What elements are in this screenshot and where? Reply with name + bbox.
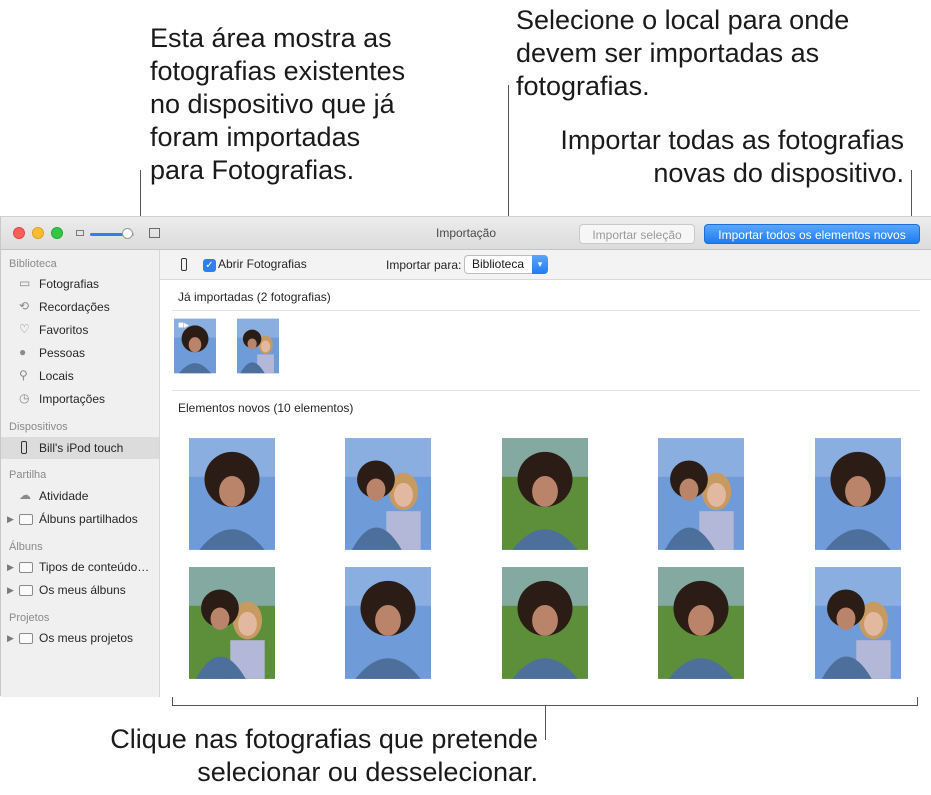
import-to-label: Importar para: [386, 258, 462, 272]
disclosure-triangle-icon[interactable]: ▶ [7, 508, 14, 530]
open-photos-checkbox[interactable]: ✓ [203, 259, 216, 272]
sidebar-item-label: Tipos de conteúdo… [39, 560, 150, 574]
disclosure-triangle-icon[interactable]: ▶ [7, 579, 14, 601]
pin-icon: ⚲ [19, 368, 28, 382]
new-photo-thumbnail[interactable] [658, 566, 744, 680]
slider-knob[interactable] [122, 228, 133, 239]
sidebar-item-label: Atividade [39, 489, 89, 503]
new-photo-thumbnail[interactable] [189, 437, 275, 551]
imported-photo-thumbnail[interactable]: ■▸ [174, 318, 216, 374]
sidebar-item-label: Álbuns partilhados [39, 512, 138, 526]
folder-icon [19, 633, 33, 644]
new-photo-thumbnail[interactable] [345, 566, 431, 680]
window-title: Importação [435, 226, 497, 240]
title-bar: Importação Importar seleção Importar tod… [1, 217, 931, 250]
sidebar-item-favorites[interactable]: ♡ Favoritos [1, 319, 159, 341]
sidebar-header-projects: Projetos [9, 612, 50, 624]
new-photo-thumbnail[interactable] [502, 566, 588, 680]
sidebar-item-my-albums[interactable]: ▶ Os meus álbuns [1, 579, 159, 601]
memories-icon: ⟲ [19, 299, 30, 313]
callout-select-photos: Clique nas fotografias que pretende sele… [110, 724, 538, 787]
callout-existing-photos: Esta área mostra as fotografias existent… [150, 23, 406, 185]
new-photo-thumbnail[interactable] [502, 437, 588, 551]
sidebar-item-my-projects[interactable]: ▶ Os meus projetos [1, 627, 159, 649]
new-photo-thumbnail[interactable] [189, 566, 275, 680]
close-window-button[interactable] [13, 227, 25, 239]
sidebar-item-label: Recordações [39, 300, 110, 314]
open-photos-label[interactable]: Abrir Fotografias [218, 257, 307, 271]
imported-photo-thumbnail[interactable] [237, 318, 279, 374]
divider [172, 310, 920, 311]
sidebar-item-device[interactable]: Bill's iPod touch [1, 437, 159, 459]
disclosure-triangle-icon[interactable]: ▶ [7, 556, 14, 578]
sidebar-header-sharing: Partilha [9, 469, 47, 481]
photos-icon: ▭ [19, 276, 31, 290]
select-value: Biblioteca [472, 257, 525, 271]
callout-import-destination: Selecione o local para onde devem ser im… [516, 5, 850, 101]
large-thumbnail-icon [149, 228, 160, 238]
new-photo-thumbnail[interactable] [815, 437, 901, 551]
sidebar-item-people[interactable]: ● Pessoas [1, 342, 159, 364]
callout-import-all: Importar todas as fotografias novas do d… [560, 125, 904, 188]
sidebar-item-shared-albums[interactable]: ▶ Álbuns partilhados [1, 508, 159, 530]
cloud-icon: ☁ [19, 488, 31, 502]
folder-icon [19, 562, 33, 573]
heart-icon: ♡ [19, 322, 30, 336]
folder-icon [19, 514, 33, 525]
new-photo-thumbnail[interactable] [815, 566, 901, 680]
sidebar-item-memories[interactable]: ⟲ Recordações [1, 296, 159, 318]
sidebar-header-library: Biblioteca [9, 258, 57, 270]
import-toolbar: ✓ Abrir Fotografias Importar para: Bibli… [160, 250, 931, 280]
new-items-title: Elementos novos (10 elementos) [178, 401, 354, 415]
import-window: Importação Importar seleção Importar tod… [0, 216, 931, 697]
sidebar-header-devices: Dispositivos [9, 421, 68, 433]
folder-icon [19, 585, 33, 596]
sidebar-item-places[interactable]: ⚲ Locais [1, 365, 159, 387]
sidebar-item-label: Os meus álbuns [39, 583, 126, 597]
sidebar-item-activity[interactable]: ☁ Atividade [1, 485, 159, 507]
new-photo-thumbnail[interactable] [658, 437, 744, 551]
person-icon: ● [19, 345, 27, 359]
clock-icon: ◷ [19, 391, 30, 405]
video-camera-icon: ■▸ [178, 320, 190, 331]
sidebar: Biblioteca ▭ Fotografias ⟲ Recordações ♡… [1, 250, 160, 697]
chevron-down-icon: ▾ [532, 255, 548, 274]
phone-icon [21, 441, 27, 454]
leader-line [545, 705, 546, 740]
sidebar-header-albums: Álbuns [9, 541, 43, 553]
device-icon [181, 258, 187, 271]
small-thumbnail-icon [76, 230, 84, 236]
sidebar-item-media-types[interactable]: ▶ Tipos de conteúdo… [1, 556, 159, 578]
import-content: ✓ Abrir Fotografias Importar para: Bibli… [160, 250, 931, 697]
sidebar-item-label: Importações [39, 392, 106, 406]
sidebar-item-photos[interactable]: ▭ Fotografias [1, 273, 159, 295]
sidebar-item-imports[interactable]: ◷ Importações [1, 388, 159, 410]
zoom-window-button[interactable] [51, 227, 63, 239]
new-photo-thumbnail[interactable] [345, 437, 431, 551]
sidebar-item-label: Pessoas [39, 346, 86, 360]
import-selection-button[interactable]: Importar seleção [579, 224, 695, 244]
sidebar-item-label: Bill's iPod touch [39, 441, 124, 455]
sidebar-item-label: Favoritos [39, 323, 89, 337]
sidebar-item-label: Os meus projetos [39, 631, 134, 645]
import-destination-select[interactable]: Biblioteca ▾ [464, 255, 548, 274]
divider [172, 390, 920, 391]
minimize-window-button[interactable] [32, 227, 44, 239]
already-imported-title: Já importadas (2 fotografias) [178, 290, 331, 304]
disclosure-triangle-icon[interactable]: ▶ [7, 627, 14, 649]
sidebar-item-label: Locais [39, 369, 74, 383]
import-all-new-button[interactable]: Importar todos os elementos novos [704, 224, 920, 244]
sidebar-item-label: Fotografias [39, 277, 100, 291]
